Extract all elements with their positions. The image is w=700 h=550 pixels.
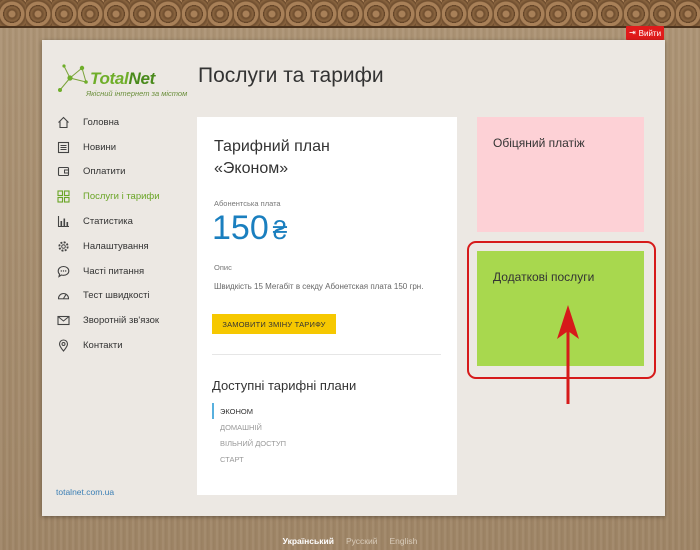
sidebar-nav: Головна Новини Оплатити Послуги і тарифи — [56, 110, 192, 358]
site-link[interactable]: totalnet.com.ua — [56, 487, 114, 497]
available-plans-title: Доступні тарифні плани — [212, 378, 357, 393]
language-ukrainian[interactable]: Український — [283, 536, 334, 546]
sidebar-item-label: Зворотній зв'язок — [83, 315, 160, 327]
currency-symbol: ₴ — [272, 215, 288, 245]
sidebar-item-statistics[interactable]: Статистика — [56, 209, 192, 234]
wallet-icon — [56, 165, 70, 179]
home-icon — [56, 115, 70, 129]
promised-payment-tile[interactable]: Обіцяний платіж — [477, 117, 644, 232]
sidebar-item-news[interactable]: Новини — [56, 135, 192, 160]
sidebar-item-home[interactable]: Головна — [56, 110, 192, 135]
location-pin-icon — [56, 339, 70, 353]
sidebar-item-label: Оплатити — [83, 166, 126, 178]
sidebar-item-label: Послуги і тарифи — [83, 191, 160, 203]
fee-value: 150 ₴ — [212, 209, 288, 247]
main-panel: TotalNet Якісний інтернет за містом Голо… — [42, 40, 665, 516]
plan-option-free-access[interactable]: ВІЛЬНИЙ ДОСТУП — [212, 435, 412, 451]
gear-icon — [56, 239, 70, 253]
sidebar-item-contacts[interactable]: Контакти — [56, 333, 192, 358]
sidebar-item-label: Контакти — [83, 340, 123, 352]
logo-name: TotalNet — [90, 69, 155, 88]
language-english[interactable]: English — [389, 536, 417, 546]
sidebar-item-faq[interactable]: Часті питання — [56, 259, 192, 284]
logo-tagline: Якісний інтернет за містом — [86, 89, 188, 98]
sidebar-item-label: Статистика — [83, 216, 133, 228]
grid-icon — [56, 190, 70, 204]
divider — [212, 354, 441, 355]
sidebar-item-speedtest[interactable]: Тест швидкості — [56, 284, 192, 309]
plan-description: Швидкість 15 Мегабіт в секду Абонетская … — [214, 282, 424, 291]
logout-label: Вийти — [638, 28, 662, 38]
fee-label: Абонентська плата — [214, 199, 281, 208]
news-icon — [56, 140, 70, 154]
decorative-top-border — [0, 0, 700, 28]
logout-button[interactable]: ⇥ Вийти — [626, 26, 664, 40]
sidebar-item-label: Тест швидкості — [83, 290, 150, 302]
sidebar-item-settings[interactable]: Налаштування — [56, 234, 192, 259]
sidebar-item-pay[interactable]: Оплатити — [56, 160, 192, 185]
annotation-arrow-up-icon — [557, 305, 579, 404]
description-label: Опис — [214, 263, 232, 272]
sidebar-item-label: Налаштування — [83, 240, 149, 252]
plan-option-econom[interactable]: ЭКОНОМ — [212, 403, 412, 419]
language-switcher: Український Русский English — [0, 536, 700, 546]
chat-icon — [56, 264, 70, 278]
tariff-plan-card: Тарифний план «Эконом» Абонентська плата… — [197, 117, 457, 495]
logout-icon: ⇥ — [628, 28, 636, 37]
sidebar-item-label: Головна — [83, 116, 120, 128]
sidebar: TotalNet Якісний інтернет за містом Голо… — [42, 40, 192, 516]
logo-network-icon — [58, 64, 88, 92]
page-title: Послуги та тарифи — [198, 64, 384, 87]
plan-option-start[interactable]: СТАРТ — [212, 451, 412, 467]
additional-services-label: Додаткові послуги — [493, 270, 595, 284]
sidebar-item-label: Часті питання — [83, 265, 145, 277]
language-russian[interactable]: Русский — [346, 536, 378, 546]
logo[interactable]: TotalNet Якісний інтернет за містом — [56, 60, 187, 100]
plan-title: Тарифний план «Эконом» — [214, 138, 330, 177]
mail-icon — [56, 314, 70, 328]
plan-option-home[interactable]: ДОМАШНІЙ — [212, 419, 412, 435]
order-tariff-change-button[interactable]: ЗАМОВИТИ ЗМІНУ ТАРИФУ — [212, 314, 336, 334]
bar-chart-icon — [56, 215, 70, 229]
speedometer-icon — [56, 289, 70, 303]
sidebar-item-feedback[interactable]: Зворотній зв'язок — [56, 308, 192, 333]
sidebar-item-services[interactable]: Послуги і тарифи — [56, 184, 192, 209]
available-plans-list: ЭКОНОМ ДОМАШНІЙ ВІЛЬНИЙ ДОСТУП СТАРТ — [212, 403, 412, 467]
promised-payment-label: Обіцяний платіж — [493, 136, 585, 150]
sidebar-item-label: Новини — [83, 141, 117, 153]
